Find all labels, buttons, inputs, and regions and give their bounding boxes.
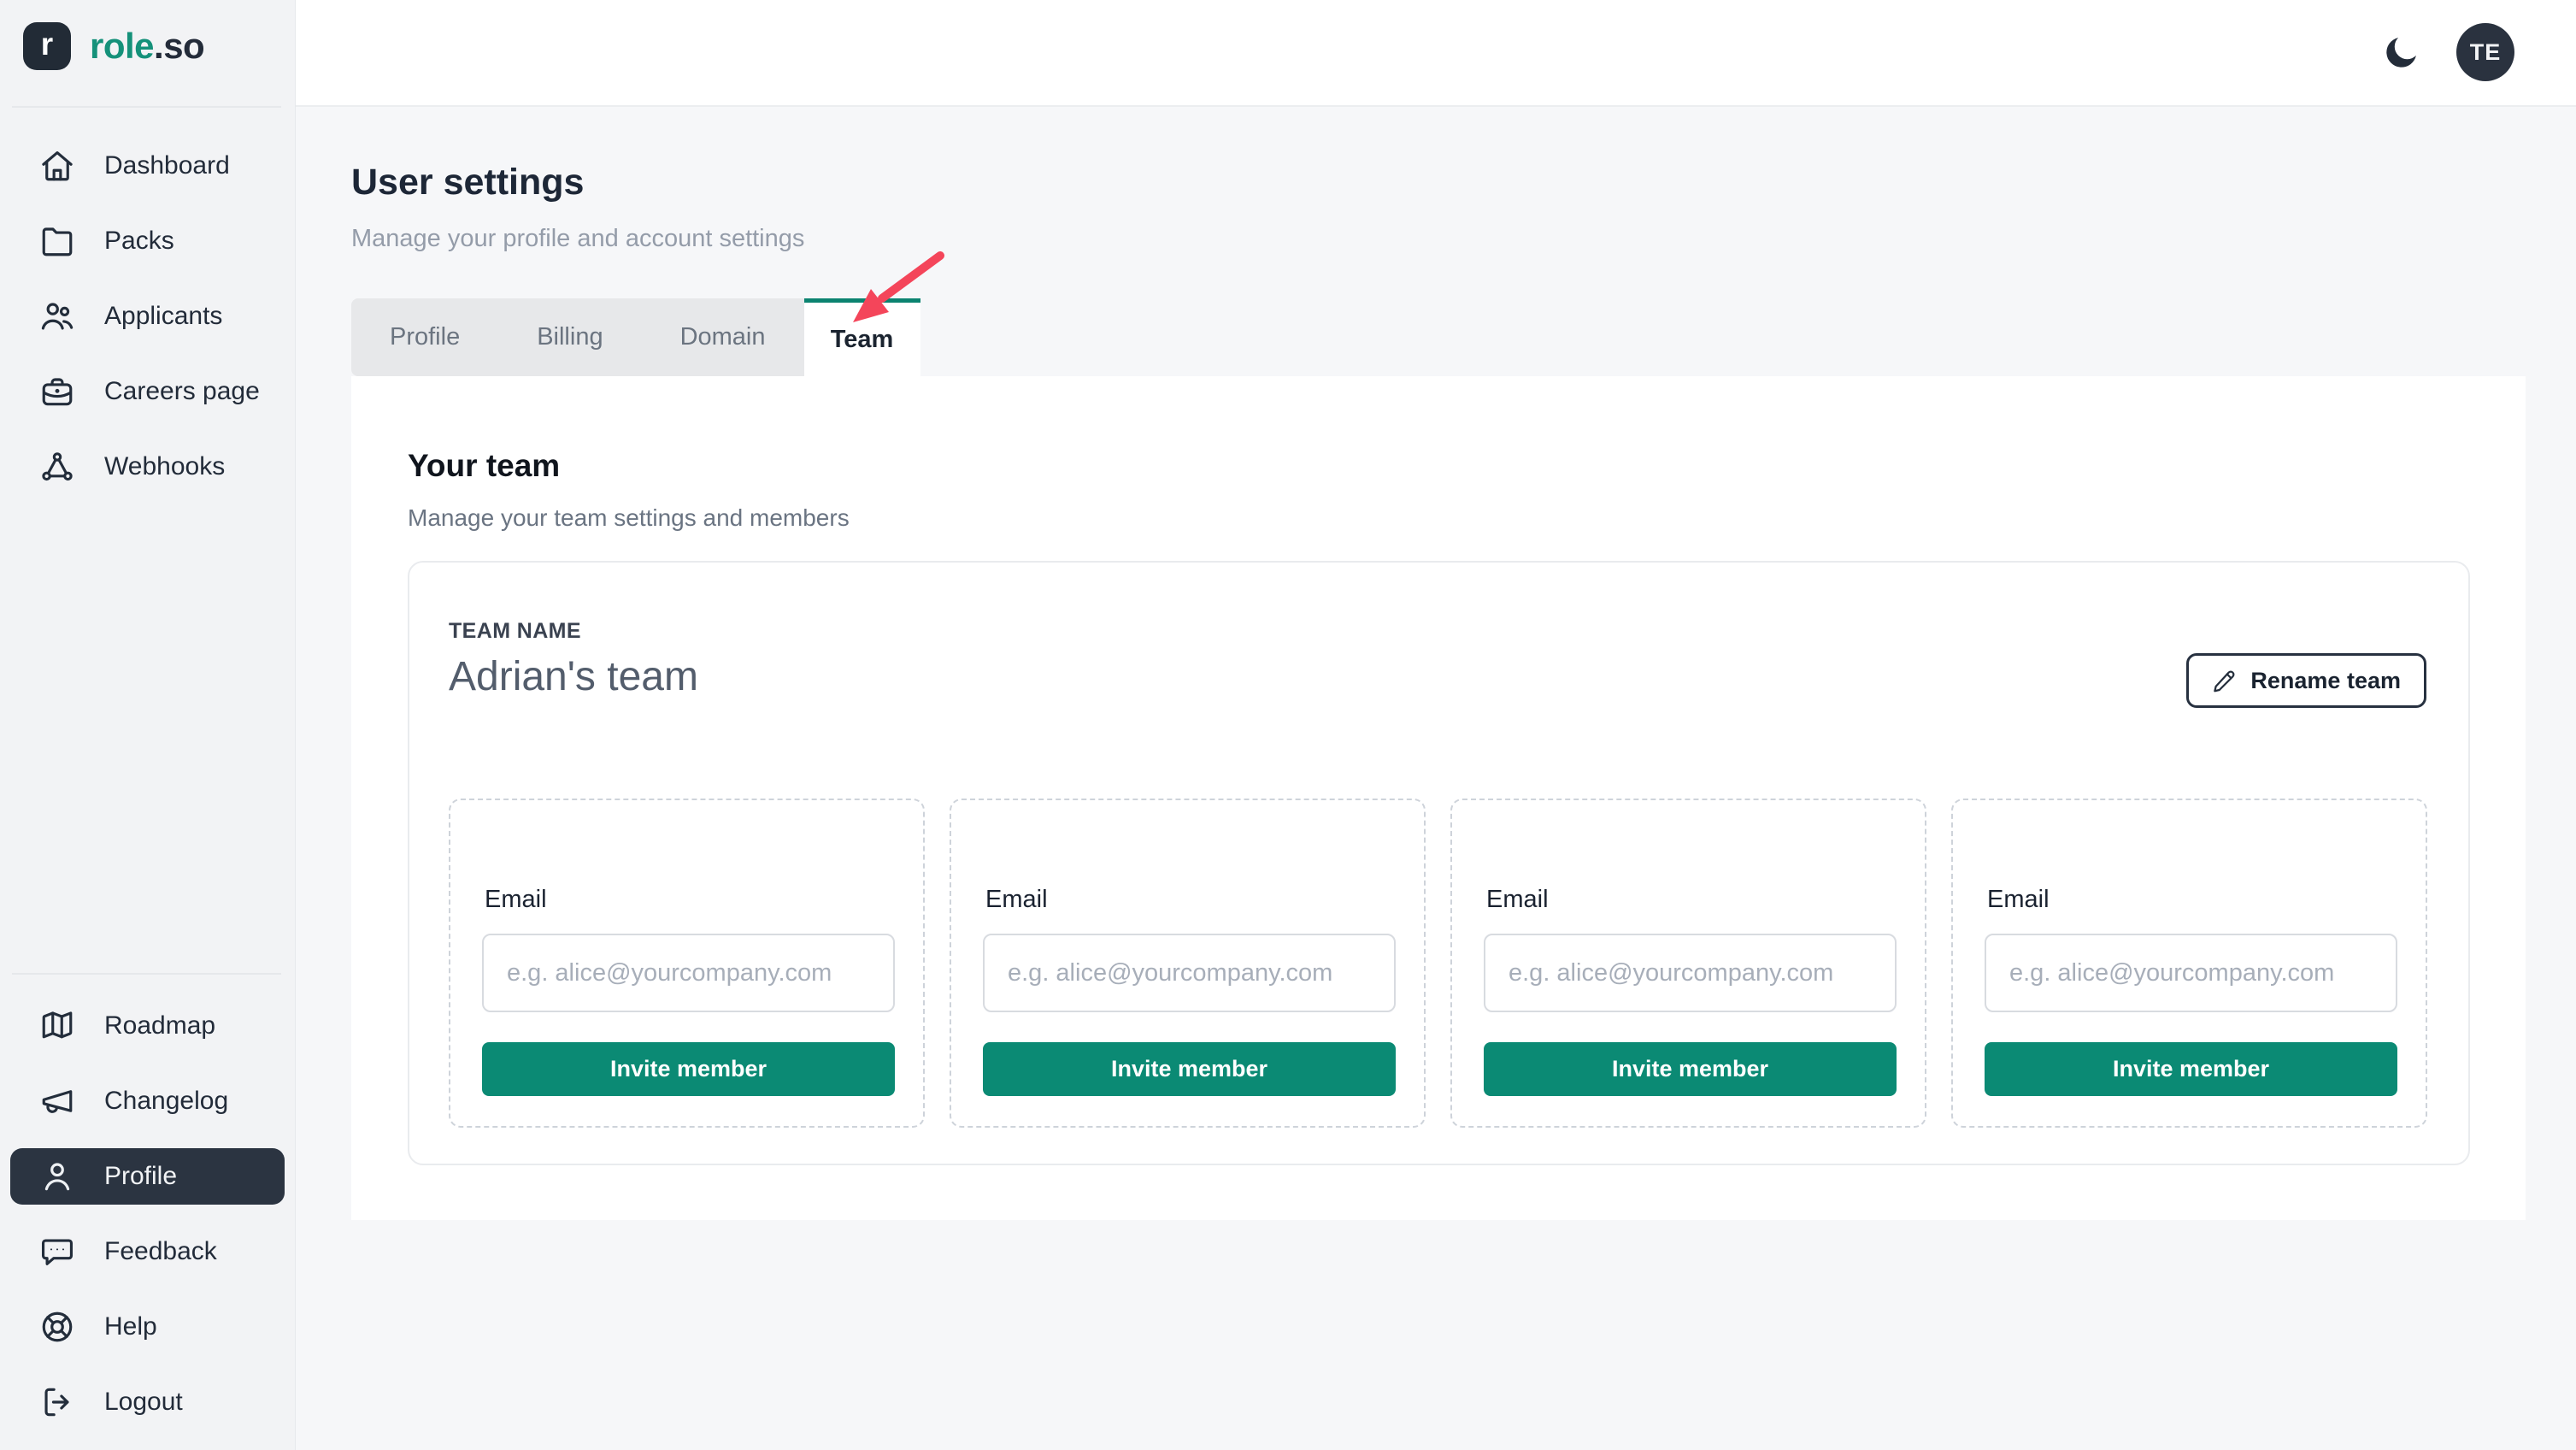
sidebar-item-logout[interactable]: Logout [7, 1365, 288, 1440]
sidebar-item-label: Dashboard [104, 151, 230, 180]
megaphone-icon [39, 1083, 75, 1119]
map-icon [39, 1008, 75, 1044]
email-input[interactable] [482, 934, 895, 1012]
invite-cards-row: Email Invite member Email Invite member … [449, 799, 2427, 1128]
sidebar-item-packs[interactable]: Packs [7, 203, 288, 279]
invite-member-button[interactable]: Invite member [983, 1042, 1396, 1096]
sidebar-main-nav: Dashboard Packs Applicants Careers page … [7, 128, 288, 504]
sidebar-item-profile[interactable]: Profile [10, 1148, 285, 1205]
sidebar-item-label: Changelog [104, 1087, 228, 1116]
sidebar-footer-nav: Roadmap Changelog Profile Feedback Help [7, 988, 288, 1440]
chat-icon [39, 1234, 75, 1270]
invite-member-card: Email Invite member [950, 799, 1426, 1128]
users-icon [39, 298, 75, 334]
email-label: Email [485, 886, 547, 914]
invite-member-card: Email Invite member [1951, 799, 2427, 1128]
rename-team-label: Rename team [2250, 668, 2401, 694]
sidebar: r role.so Dashboard Packs Applicants [0, 0, 296, 1450]
sidebar-item-label: Careers page [104, 377, 260, 406]
invite-member-card: Email Invite member [1450, 799, 1926, 1128]
settings-tabs: Profile Billing Domain Team [351, 298, 920, 376]
sidebar-item-roadmap[interactable]: Roadmap [7, 988, 288, 1064]
brand-logo-mark: r [23, 22, 71, 70]
tab-domain[interactable]: Domain [642, 298, 804, 376]
sidebar-item-help[interactable]: Help [7, 1289, 288, 1365]
folder-icon [39, 223, 75, 259]
team-section-subheading: Manage your team settings and members [408, 504, 850, 532]
rename-team-button[interactable]: Rename team [2186, 653, 2426, 708]
email-input[interactable] [1985, 934, 2397, 1012]
brand-name-primary: role [90, 26, 154, 66]
sidebar-item-applicants[interactable]: Applicants [7, 279, 288, 354]
briefcase-icon [39, 374, 75, 410]
sidebar-item-careers-page[interactable]: Careers page [7, 354, 288, 429]
email-label: Email [1987, 886, 2050, 914]
tabs-inactive-group: Profile Billing Domain [351, 298, 804, 376]
sidebar-item-dashboard[interactable]: Dashboard [7, 128, 288, 203]
lifebuoy-icon [39, 1309, 75, 1345]
page-subtitle: Manage your profile and account settings [351, 225, 804, 253]
dark-mode-toggle[interactable] [2379, 32, 2422, 74]
sidebar-item-label: Profile [104, 1162, 177, 1191]
sidebar-item-feedback[interactable]: Feedback [7, 1214, 288, 1289]
main-content: User settings Manage your profile and ac… [296, 107, 2576, 1450]
user-icon [39, 1158, 75, 1194]
sidebar-divider [12, 106, 281, 108]
invite-member-card: Email Invite member [449, 799, 925, 1128]
home-icon [39, 148, 75, 184]
email-input[interactable] [983, 934, 1396, 1012]
sidebar-item-label: Webhooks [104, 452, 225, 481]
invite-member-button[interactable]: Invite member [1985, 1042, 2397, 1096]
logout-icon [39, 1384, 75, 1420]
sidebar-item-changelog[interactable]: Changelog [7, 1064, 288, 1139]
sidebar-item-label: Roadmap [104, 1011, 215, 1040]
sidebar-item-webhooks[interactable]: Webhooks [7, 429, 288, 504]
pencil-icon [2212, 668, 2238, 693]
tab-billing[interactable]: Billing [498, 298, 641, 376]
sidebar-item-label: Logout [104, 1388, 183, 1417]
moon-icon [2379, 32, 2422, 74]
sidebar-item-label: Help [104, 1312, 157, 1341]
sidebar-item-label: Packs [104, 227, 174, 256]
webhook-icon [39, 449, 75, 485]
tab-profile[interactable]: Profile [351, 298, 498, 376]
tab-team[interactable]: Team [804, 298, 920, 376]
team-card: TEAM NAME Adrian's team Rename team Emai… [408, 561, 2470, 1165]
brand-wordmark: role.so [90, 26, 204, 67]
team-section-heading: Your team [408, 448, 560, 484]
team-name-value: Adrian's team [449, 653, 698, 700]
sidebar-divider [12, 973, 281, 975]
sidebar-item-label: Applicants [104, 302, 222, 331]
sidebar-item-label: Feedback [104, 1237, 217, 1266]
invite-member-button[interactable]: Invite member [482, 1042, 895, 1096]
brand-logo[interactable]: r role.so [23, 22, 204, 70]
team-tab-panel: Your team Manage your team settings and … [351, 376, 2526, 1220]
team-name-label: TEAM NAME [449, 619, 581, 644]
email-label: Email [1486, 886, 1549, 914]
brand-name-suffix: .so [154, 26, 204, 66]
email-input[interactable] [1484, 934, 1897, 1012]
invite-member-button[interactable]: Invite member [1484, 1042, 1897, 1096]
avatar[interactable]: TE [2456, 23, 2514, 81]
page-title: User settings [351, 162, 584, 203]
email-label: Email [985, 886, 1048, 914]
topbar: TE [296, 0, 2576, 107]
